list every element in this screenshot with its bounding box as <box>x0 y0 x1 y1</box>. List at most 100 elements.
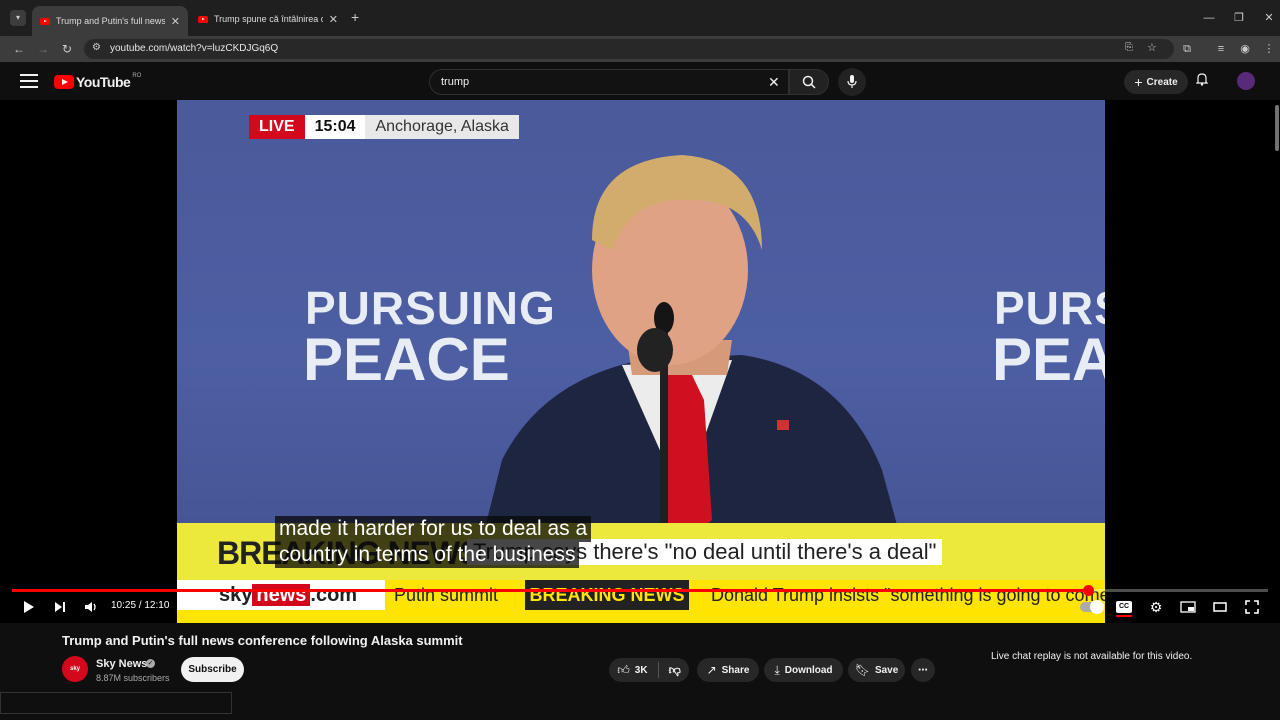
play-button[interactable] <box>20 597 38 617</box>
time-display: 10:25 / 12:10 <box>111 600 170 611</box>
total-time: 12:10 <box>144 600 170 611</box>
close-window-icon[interactable]: ✕ <box>1258 10 1280 26</box>
sky-news-logo: sky news .com <box>177 580 385 610</box>
subtitles: made it harder for us to deal as a count… <box>275 516 592 568</box>
close-tab-icon[interactable]: ✕ <box>329 13 338 26</box>
live-badge: LIVE 15:04 Anchorage, Alaska <box>249 115 519 139</box>
dislike-button[interactable]: 👎︎ <box>669 663 681 678</box>
next-button[interactable] <box>52 597 68 617</box>
live-label: LIVE <box>249 115 305 139</box>
account-avatar[interactable] <box>1237 72 1255 90</box>
youtube-logo[interactable]: YouTube RO <box>54 73 142 90</box>
url-text: youtube.com/watch?v=luzCKDJGq6Q <box>110 43 279 54</box>
youtube-favicon-icon <box>40 17 50 25</box>
current-time: 10:25 <box>111 600 137 611</box>
youtube-wordmark: YouTube <box>76 74 131 90</box>
more-actions-button[interactable]: ⋯ <box>911 658 935 682</box>
channel-name[interactable]: Sky News <box>96 658 147 670</box>
autoplay-toggle[interactable] <box>1080 600 1104 614</box>
create-button[interactable]: + Create <box>1124 70 1188 94</box>
download-icon: ⤓ <box>774 662 780 677</box>
youtube-play-logo-icon <box>54 75 74 89</box>
next-icon <box>55 602 65 612</box>
forward-icon[interactable]: → <box>34 40 52 58</box>
search-icon <box>802 75 816 89</box>
broadcast-time: 15:04 <box>304 115 366 139</box>
create-label: Create <box>1146 76 1178 88</box>
progress-bar[interactable] <box>12 585 1268 596</box>
download-label: Download <box>784 664 833 676</box>
theater-mode-icon[interactable] <box>1211 597 1229 617</box>
microphone-icon <box>847 75 857 88</box>
youtube-header: YouTube RO trump ✕ + Create <box>0 62 1280 102</box>
tab-title: Trump spune că întâlnirea cu P <box>214 14 323 24</box>
news-ticker: sky news .com Putin summit BREAKING NEWS D… <box>177 580 1105 623</box>
close-tab-icon[interactable]: ✕ <box>171 15 180 28</box>
voice-search-button[interactable] <box>838 68 866 96</box>
browser-menu-icon[interactable]: ⋮ <box>1260 40 1278 58</box>
subscriber-count: 8.87M subscribers <box>96 673 170 683</box>
media-controls-icon[interactable]: ≡ <box>1212 40 1230 58</box>
broadcast-location: Anchorage, Alaska <box>365 115 519 139</box>
subscribe-button[interactable]: Subscribe <box>181 657 244 682</box>
install-app-icon[interactable]: ⎘ <box>1125 42 1133 53</box>
like-dislike-group: 👍︎ 3K 👎︎ <box>609 658 689 682</box>
verified-badge-icon: ✓ <box>146 659 155 668</box>
address-bar[interactable]: ⚙ youtube.com/watch?v=luzCKDJGq6Q ⎘ ☆ <box>84 39 1174 59</box>
plus-icon: + <box>1134 74 1143 90</box>
news-text: news <box>252 584 311 606</box>
hamburger-menu-icon[interactable] <box>20 74 38 90</box>
speaker-figure <box>472 155 912 580</box>
bookmark-icon: 🔖︎ <box>854 663 870 677</box>
volume-button[interactable] <box>82 597 100 617</box>
site-info-icon[interactable]: ⚙ <box>92 42 101 53</box>
ticker-breaking-label: BREAKING NEWS <box>525 580 689 610</box>
page-scrollbar[interactable] <box>1275 105 1279 151</box>
share-button[interactable]: ↗ Share <box>697 658 759 682</box>
country-code: RO <box>132 73 142 79</box>
notifications-bell-icon[interactable] <box>1195 72 1209 89</box>
com-text: .com <box>310 584 358 606</box>
search-query: trump <box>441 76 470 88</box>
share-label: Share <box>721 664 750 676</box>
tab-list-dropdown[interactable]: ▾ <box>10 10 26 26</box>
restore-icon[interactable]: ❐ <box>1228 10 1250 26</box>
search-button[interactable] <box>789 69 829 95</box>
new-tab-button[interactable]: + <box>351 9 359 25</box>
reload-icon[interactable]: ↻ <box>58 40 76 58</box>
play-icon <box>24 601 34 613</box>
settings-gear-icon[interactable]: ⚙ <box>1147 597 1165 617</box>
miniplayer-icon[interactable] <box>1179 597 1197 617</box>
browser-tab-active[interactable]: Trump and Putin's full news co ✕ <box>32 6 188 36</box>
volume-icon <box>85 602 96 612</box>
fullscreen-icon[interactable] <box>1243 597 1261 617</box>
profile-icon[interactable]: ◉ <box>1236 40 1254 58</box>
bookmark-star-icon[interactable]: ☆ <box>1147 41 1157 54</box>
status-strip <box>0 692 232 714</box>
clear-search-icon[interactable]: ✕ <box>768 74 780 91</box>
back-icon[interactable]: ← <box>10 40 28 58</box>
caption-line-1: made it harder for us to deal as a <box>275 516 592 542</box>
like-count: 3K <box>634 664 648 676</box>
save-button[interactable]: 🔖︎ Save <box>848 658 905 682</box>
channel-avatar[interactable]: sky news <box>62 656 88 698</box>
minimize-icon[interactable]: — <box>1198 10 1220 26</box>
search-input[interactable]: trump ✕ <box>429 69 789 95</box>
live-chat-notice: Live chat replay is not available for th… <box>991 651 1193 662</box>
browser-toolbar: ← → ↻ ⚙ youtube.com/watch?v=luzCKDJGq6Q … <box>0 36 1280 62</box>
more-horizontal-icon: ⋯ <box>918 664 928 676</box>
thumbs-down-icon: 👎︎ <box>668 662 681 677</box>
share-icon: ↗ <box>706 663 717 677</box>
backdrop-text-pursuing-right: PURSUING <box>994 282 1105 334</box>
like-button[interactable]: 👍︎ 3K <box>617 663 647 678</box>
thumbs-up-icon: 👍︎ <box>617 662 630 677</box>
browser-tab-bar: ▾ Trump and Putin's full news co ✕ Trump… <box>0 0 1280 36</box>
extensions-icon[interactable]: ⧉ <box>1178 40 1196 58</box>
download-button[interactable]: ⤓ Download <box>764 658 843 682</box>
video-title: Trump and Putin's full news conference f… <box>62 633 463 648</box>
browser-tab[interactable]: Trump spune că întâlnirea cu P ✕ <box>190 6 346 32</box>
save-label: Save <box>874 664 899 676</box>
subtitles-cc-button[interactable]: CC <box>1116 601 1132 617</box>
video-player[interactable]: PURSUING PEACE PURSUING PEACE LIVE <box>0 100 1280 623</box>
backdrop-text-peace-right: PEACE <box>992 326 1105 393</box>
